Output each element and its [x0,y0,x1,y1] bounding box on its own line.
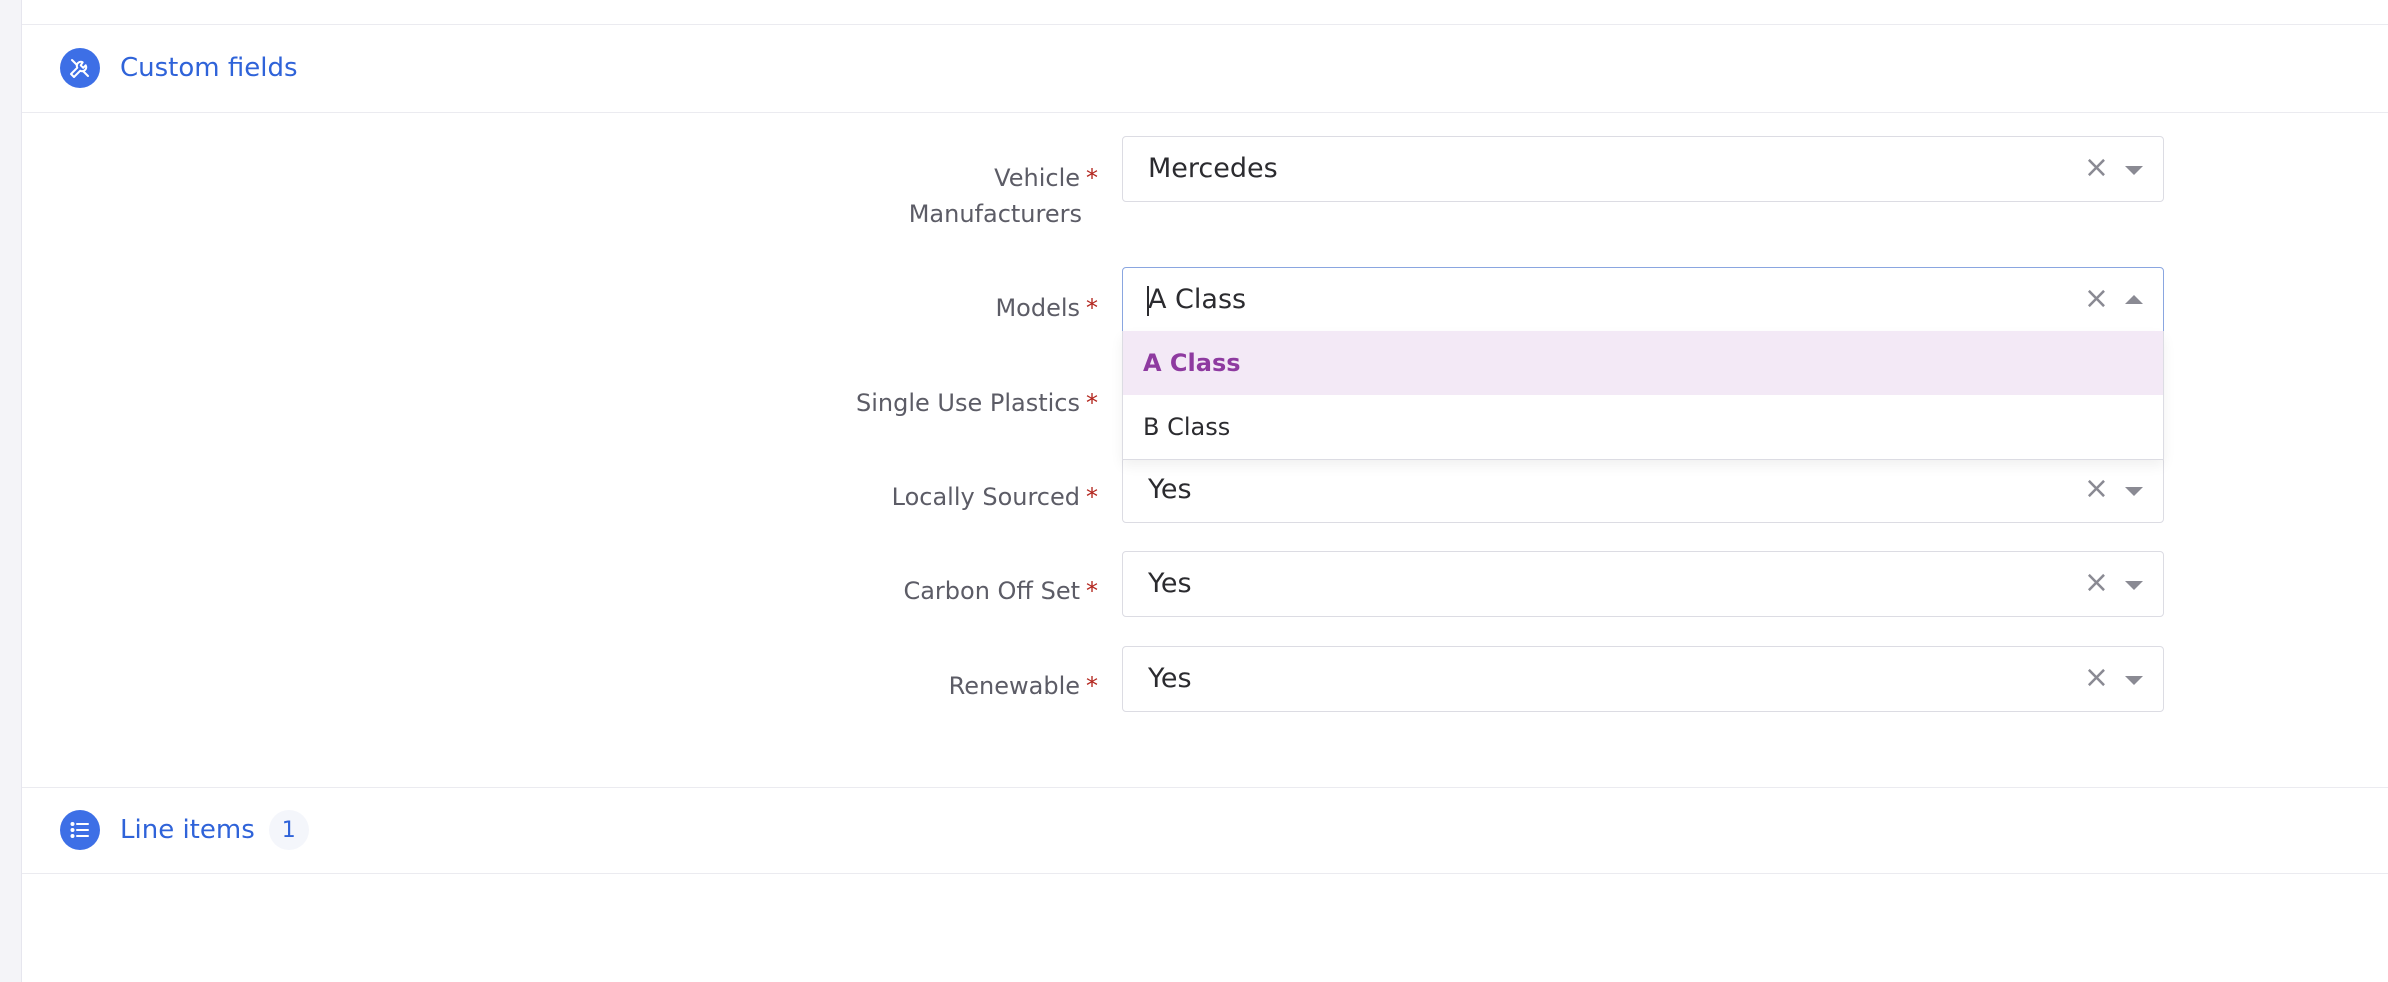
locally-sourced-select[interactable]: Yes × [1122,457,2164,523]
label-text: Renewable [948,672,1080,700]
models-dropdown-menu: A Class B Class [1122,331,2164,460]
divider [22,24,2388,25]
vehicle-manufacturers-select[interactable]: Mercedes × [1122,136,2164,202]
section-title[interactable]: Line items [120,815,255,845]
chevron-down-icon[interactable] [2125,166,2143,175]
field-label-renewable: Renewable * [949,668,1098,704]
label-text: Locally Sourced [891,483,1080,511]
field-label-carbon-off-set: Carbon Off Set * [903,573,1098,609]
required-marker: * [1086,483,1098,511]
chevron-down-icon[interactable] [2125,581,2143,590]
line-items-header[interactable]: Line items 1 [60,810,309,850]
chevron-up-icon[interactable] [2125,295,2143,304]
dropdown-option-b-class[interactable]: B Class [1123,395,2163,459]
required-marker: * [1086,577,1098,605]
clear-icon[interactable]: × [2084,137,2109,199]
label-text: Vehicle [994,164,1080,192]
count-badge: 1 [268,810,309,850]
clear-icon[interactable]: × [2084,458,2109,520]
required-marker: * [1086,672,1098,700]
required-marker: * [1086,389,1098,417]
label-text: Models [995,294,1080,322]
label-text: Single Use Plastics [855,389,1080,417]
label-text: Carbon Off Set [903,577,1080,605]
label-text: Manufacturers [908,200,1082,228]
required-marker: * [1086,164,1098,192]
select-value: Yes [1148,474,1192,505]
select-value: Mercedes [1148,153,1278,184]
models-select[interactable]: A Class × [1122,267,2164,333]
list-icon [60,810,100,850]
dropdown-option-a-class[interactable]: A Class [1123,331,2163,395]
carbon-off-set-select[interactable]: Yes × [1122,551,2164,617]
field-label-locally-sourced: Locally Sourced * [892,479,1098,515]
required-marker: * [1086,294,1098,322]
field-label-vehicle-manufacturers: Vehicle * Manufacturers [909,160,1098,232]
divider [22,112,2388,113]
field-label-single-use-plastics: Single Use Plastics * [856,385,1098,421]
chevron-down-icon[interactable] [2125,676,2143,685]
divider [22,873,2388,874]
clear-icon[interactable]: × [2084,268,2109,330]
select-value: Yes [1148,568,1192,599]
section-title[interactable]: Custom fields [120,53,298,83]
clear-icon[interactable]: × [2084,647,2109,709]
divider [22,787,2388,788]
left-gutter [0,0,22,982]
chevron-down-icon[interactable] [2125,487,2143,496]
custom-fields-header[interactable]: Custom fields [60,48,298,88]
renewable-select[interactable]: Yes × [1122,646,2164,712]
tools-icon [60,48,100,88]
select-value[interactable]: A Class [1148,268,1246,332]
clear-icon[interactable]: × [2084,552,2109,614]
field-label-models: Models * [995,290,1098,326]
select-value: Yes [1148,663,1192,694]
